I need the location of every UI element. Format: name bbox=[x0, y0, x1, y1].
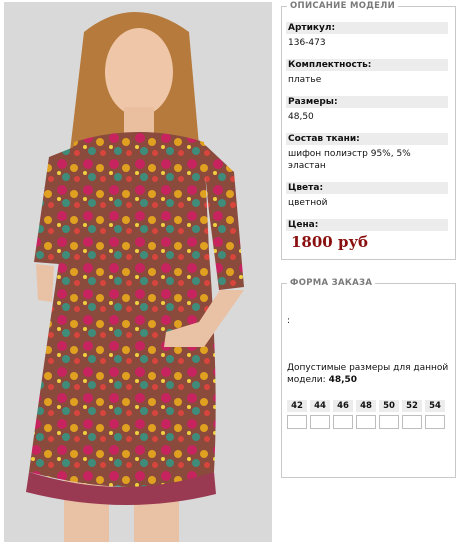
size-quantity-input-42[interactable] bbox=[287, 415, 307, 429]
size-quantity-input-54[interactable] bbox=[425, 415, 445, 429]
price-label: Цена: bbox=[286, 219, 448, 231]
order-legend: ФОРМА ЗАКАЗА bbox=[287, 277, 376, 289]
allowed-sizes-value: 48,50 bbox=[328, 375, 358, 385]
description-legend: ОПИСАНИЕ МОДЕЛИ bbox=[287, 0, 398, 12]
size-header-50: 50 bbox=[379, 400, 399, 412]
colors-value: цветной bbox=[288, 198, 328, 208]
order-form-panel: ФОРМА ЗАКАЗА : Допустимые размеры для да… bbox=[281, 277, 456, 478]
size-header-48: 48 bbox=[356, 400, 376, 412]
colors-label: Цвета: bbox=[286, 182, 448, 194]
size-header-42: 42 bbox=[287, 400, 307, 412]
size-quantity-input-52[interactable] bbox=[402, 415, 422, 429]
size-header-46: 46 bbox=[333, 400, 353, 412]
sizes-value: 48,50 bbox=[288, 112, 314, 122]
size-header-44: 44 bbox=[310, 400, 330, 412]
product-description-panel: ОПИСАНИЕ МОДЕЛИ Артикул: 136-473 Комплек… bbox=[281, 0, 456, 260]
size-quantity-input-46[interactable] bbox=[333, 415, 353, 429]
allowed-sizes-text: Допустимые размеры для данной модели: 48… bbox=[287, 362, 449, 386]
fabric-value: шифон полиэстр 95%, 5% эластан bbox=[288, 149, 411, 171]
size-quantity-input-50[interactable] bbox=[379, 415, 399, 429]
size-header-54: 54 bbox=[425, 400, 445, 412]
article-label: Артикул: bbox=[286, 22, 448, 34]
order-colon: : bbox=[287, 316, 291, 326]
size-quantity-input-48[interactable] bbox=[356, 415, 376, 429]
set-value: платье bbox=[288, 75, 322, 85]
price-value: 1800 руб bbox=[291, 233, 369, 251]
size-quantity-input-44[interactable] bbox=[310, 415, 330, 429]
sizes-label: Размеры: bbox=[286, 96, 448, 108]
size-header-52: 52 bbox=[402, 400, 422, 412]
product-photo bbox=[4, 2, 272, 542]
article-value: 136-473 bbox=[288, 38, 326, 48]
set-label: Комплектность: bbox=[286, 59, 448, 71]
allowed-sizes-label: Допустимые размеры для данной модели: bbox=[287, 363, 449, 385]
fabric-label: Состав ткани: bbox=[286, 133, 448, 145]
